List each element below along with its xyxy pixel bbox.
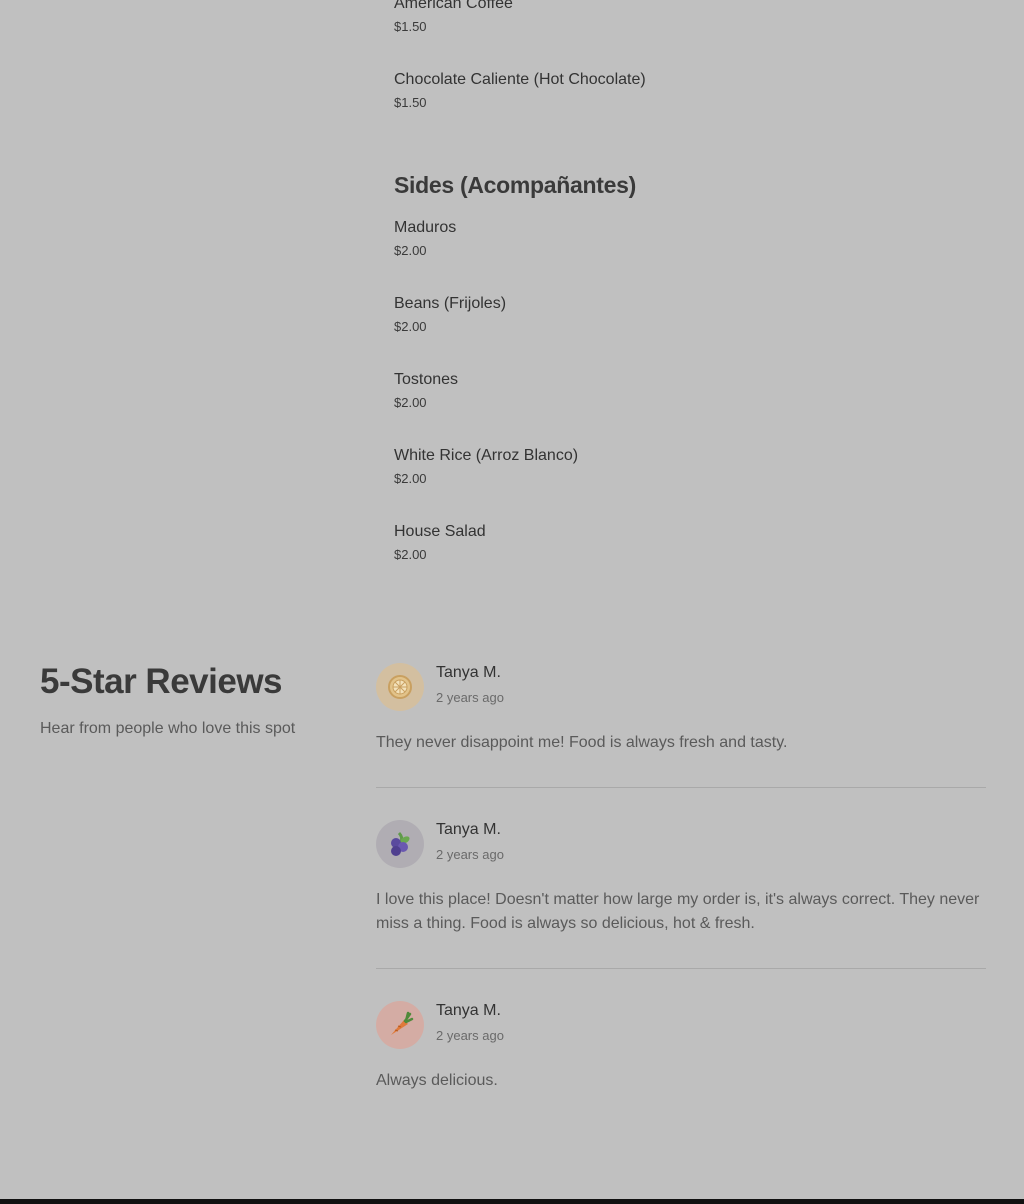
review-text: They never disappoint me! Food is always… xyxy=(376,734,788,751)
menu-item[interactable]: Maduros $2.00 xyxy=(394,218,456,259)
avatar xyxy=(376,1001,424,1049)
review-date: 2 years ago xyxy=(436,847,504,862)
menu-item-price: $2.00 xyxy=(394,243,427,258)
menu-item-price: $2.00 xyxy=(394,547,427,562)
bottom-bar xyxy=(0,1199,1024,1204)
menu-item-price: $2.00 xyxy=(394,395,427,410)
menu-item-name: Chocolate Caliente (Hot Chocolate) xyxy=(394,71,646,88)
divider xyxy=(376,787,986,788)
review-text: Always delicious. xyxy=(376,1072,498,1089)
reviewer-name: Tanya M. xyxy=(436,664,501,681)
menu-item-price: $2.00 xyxy=(394,471,427,486)
menu-item[interactable]: Tostones $2.00 xyxy=(394,370,458,411)
review-text: I love this place! Doesn't matter how la… xyxy=(376,891,980,932)
menu-item-name: House Salad xyxy=(394,523,486,540)
section-title-sides: Sides (Acompañantes) xyxy=(394,172,636,198)
reviews-subtitle: Hear from people who love this spot xyxy=(40,720,296,737)
lemon-icon xyxy=(388,675,412,699)
menu-item[interactable]: White Rice (Arroz Blanco) $2.00 xyxy=(394,446,578,487)
reviewer-name: Tanya M. xyxy=(436,1002,501,1019)
menu-item-name: Maduros xyxy=(394,219,457,236)
menu-item[interactable]: American Coffee $1.50 xyxy=(394,0,513,35)
avatar xyxy=(376,663,424,711)
avatar xyxy=(376,820,424,868)
menu-item-name: American Coffee xyxy=(394,0,513,12)
menu-item[interactable]: Beans (Frijoles) $2.00 xyxy=(394,294,506,335)
menu-item[interactable]: House Salad $2.00 xyxy=(394,522,486,563)
carrot-icon xyxy=(391,1011,414,1035)
reviewer-name: Tanya M. xyxy=(436,821,501,838)
review-date: 2 years ago xyxy=(436,1028,504,1043)
menu-item-name: Tostones xyxy=(394,371,459,388)
menu-item-price: $1.50 xyxy=(394,95,427,110)
menu-item-price: $2.00 xyxy=(394,319,427,334)
menu-item[interactable]: Chocolate Caliente (Hot Chocolate) $1.50 xyxy=(394,70,646,111)
menu-item-name: Beans (Frijoles) xyxy=(394,295,507,312)
review-date: 2 years ago xyxy=(436,690,504,705)
divider xyxy=(376,968,986,969)
menu-item-name: White Rice (Arroz Blanco) xyxy=(394,447,579,464)
reviews-title: 5-Star Reviews xyxy=(40,662,283,701)
menu-item-price: $1.50 xyxy=(394,19,427,34)
blueberry-icon xyxy=(391,831,410,856)
